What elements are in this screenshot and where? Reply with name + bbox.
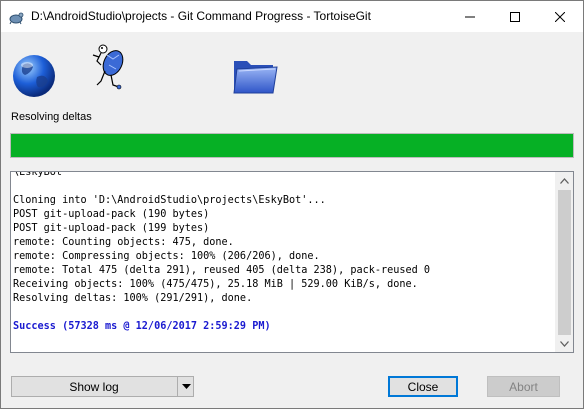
tortoisegit-icon — [8, 9, 24, 25]
close-window-button[interactable] — [537, 1, 582, 32]
log-line: Resolving deltas: 100% (291/291), done. — [13, 293, 253, 304]
title-bar[interactable]: D:\AndroidStudio\projects - Git Command … — [1, 1, 583, 32]
show-log-button[interactable]: Show log — [12, 377, 176, 396]
log-line: \EskyBot — [13, 171, 63, 178]
abort-button[interactable]: Abort — [487, 376, 560, 397]
log-line: remote: Total 475 (delta 291), reused 40… — [13, 265, 431, 276]
maximize-icon — [509, 11, 520, 22]
progress-bar — [10, 133, 574, 158]
log-line: remote: Counting objects: 475, done. — [13, 237, 234, 248]
vertical-scrollbar[interactable] — [555, 172, 573, 352]
output-log[interactable]: \EskyBot Cloning into 'D:\AndroidStudio\p… — [10, 171, 574, 353]
log-text: \EskyBot Cloning into 'D:\AndroidStudio\p… — [13, 171, 553, 334]
maximize-button[interactable] — [492, 1, 537, 32]
git-progress-window: D:\AndroidStudio\projects - Git Command … — [0, 0, 584, 409]
close-icon — [554, 11, 565, 22]
dropdown-arrow-icon — [181, 384, 191, 389]
folder-icon — [231, 53, 279, 97]
log-line: remote: Compressing objects: 100% (206/2… — [13, 251, 320, 262]
log-success-line: Success (57328 ms @ 12/06/2017 2:59:29 P… — [13, 321, 271, 332]
minimize-button[interactable] — [447, 1, 492, 32]
show-log-dropdown-button[interactable] — [178, 377, 194, 396]
log-line: POST git-upload-pack (199 bytes) — [13, 223, 210, 234]
log-line: Receiving objects: 100% (475/475), 25.18… — [13, 279, 418, 290]
log-line: POST git-upload-pack (190 bytes) — [13, 209, 210, 220]
status-label: Resolving deltas — [11, 111, 92, 123]
chevron-down-icon — [560, 340, 569, 347]
log-line: Cloning into 'D:\AndroidStudio\projects\… — [13, 195, 326, 206]
scroll-up-button[interactable] — [556, 172, 573, 189]
chevron-up-icon — [560, 177, 569, 184]
minimize-icon — [464, 16, 475, 17]
close-button[interactable]: Close — [388, 376, 458, 397]
scroll-thumb[interactable] — [558, 190, 571, 335]
scroll-down-button[interactable] — [556, 335, 573, 352]
tortoise-icon — [89, 41, 131, 91]
globe-icon — [11, 53, 57, 99]
window-title: D:\AndroidStudio\projects - Git Command … — [31, 9, 371, 23]
progress-bar-fill — [11, 134, 573, 157]
show-log-split-button[interactable]: Show log — [11, 376, 194, 397]
